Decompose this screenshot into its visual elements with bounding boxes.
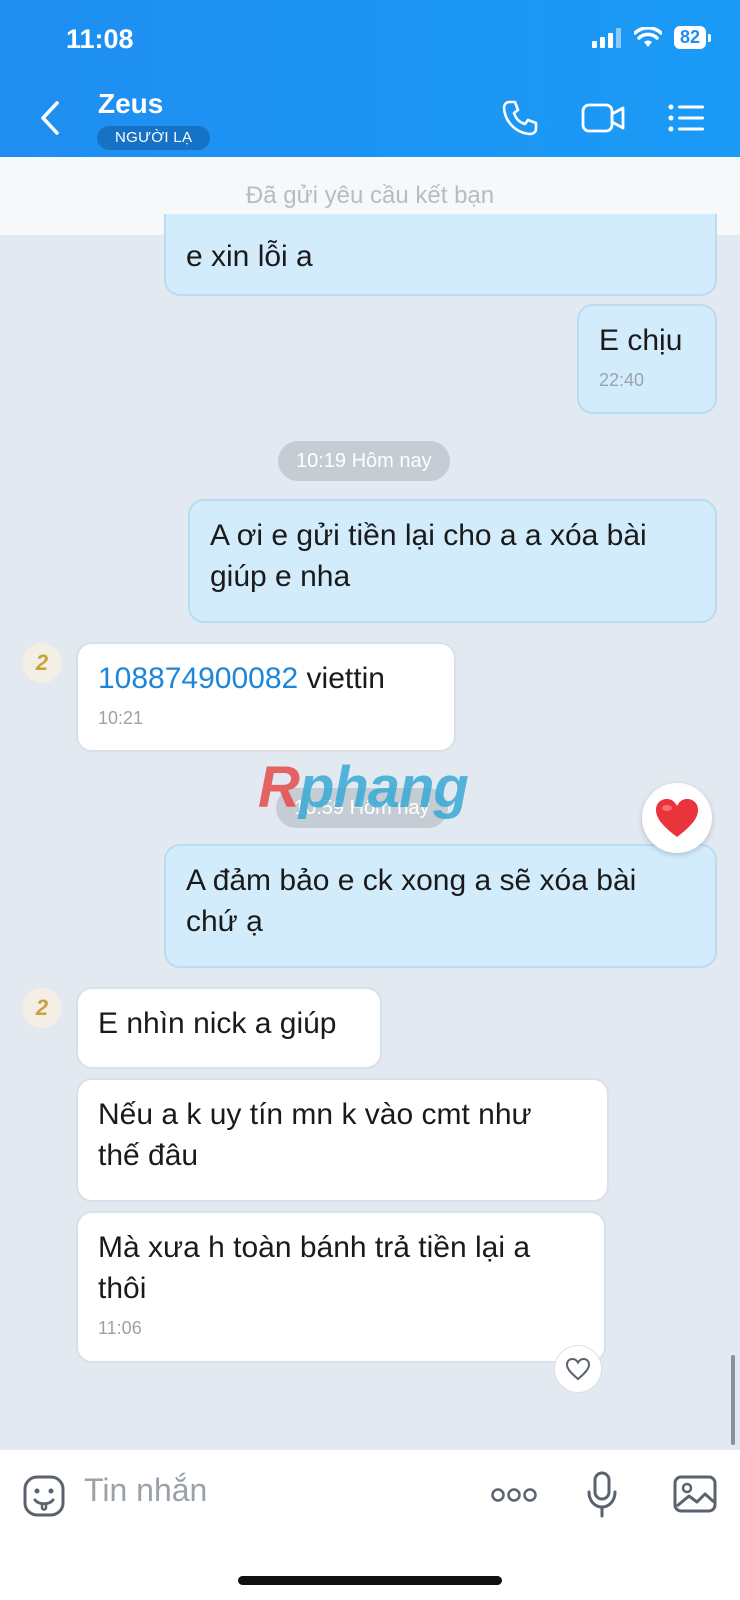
sender-avatar[interactable]: 2 [22,988,62,1028]
more-dots-icon [491,1488,537,1502]
message-text-line: Mà xưa h toàn bánh trả tiền lại a [98,1231,531,1264]
message-time: 22:40 [599,370,645,390]
video-camera-icon [581,103,625,133]
phone-icon [502,100,538,136]
battery-indicator: 82 [673,26,712,49]
image-gallery-icon [673,1475,717,1513]
more-options-button[interactable] [490,1486,538,1509]
message-text-line: thôi [98,1272,147,1305]
message-text: viettin [298,662,385,695]
message-text-line: A đảm bảo e ck xong a sẽ xóa bài [186,864,637,897]
avatar-emblem-icon: 2 [35,995,49,1020]
smiley-icon [23,1475,65,1517]
date-separator: 10:19 Hôm nay [278,441,450,481]
sender-avatar[interactable]: 2 [22,643,62,683]
contact-name[interactable]: Zeus [98,88,163,120]
message-outgoing[interactable]: A đảm bảo e ck xong a sẽ xóa bài chứ ạ [164,844,717,968]
message-text-line: chứ ạ [186,905,263,938]
message-time: 10:21 [98,708,144,728]
message-outgoing[interactable]: e xin lỗi a [164,214,717,296]
message-outgoing[interactable]: E chịu 22:40 [577,304,717,414]
message-text-line: A ơi e gửi tiền lại cho a a xóa bài [210,519,647,552]
list-menu-icon [668,104,704,132]
status-icons: 82 [591,26,712,49]
red-heart-icon [656,799,698,837]
chevron-left-icon [41,101,59,135]
back-button[interactable] [38,100,62,141]
message-outgoing[interactable]: A ơi e gửi tiền lại cho a a xóa bài giúp… [188,499,717,623]
chat-header: 11:08 82 Zeus NGƯỜI LẠ [0,0,740,157]
message-incoming[interactable]: 108874900082 viettin 10:21 [76,642,456,752]
avatar-emblem-icon: 2 [35,650,49,675]
heart-reaction[interactable] [642,783,712,853]
voice-button[interactable] [584,1470,620,1525]
add-reaction-button[interactable] [554,1345,602,1393]
microphone-icon [587,1471,617,1518]
message-incoming[interactable]: E nhìn nick a giúp [76,987,382,1069]
sticker-button[interactable] [22,1474,66,1523]
message-incoming[interactable]: Mà xưa h toàn bánh trả tiền lại a thôi 1… [76,1211,606,1363]
watermark-first: R [258,755,300,820]
message-text: E nhìn nick a giúp [98,1007,337,1040]
friend-request-text: Đã gửi yêu cầu kết bạn [245,182,495,209]
image-button[interactable] [672,1472,718,1521]
call-button[interactable] [500,98,540,143]
heart-outline-icon [565,1357,591,1381]
status-time: 11:08 [66,24,134,54]
message-text-line: Nếu a k uy tín mn k vào cmt như [98,1098,532,1131]
message-text: e xin lỗi a [186,240,313,273]
scrollbar[interactable] [731,1355,735,1445]
message-text-line: giúp e nha [210,560,351,593]
message-time: 11:06 [98,1318,142,1338]
signal-icon [591,27,621,48]
message-text: E chịu [599,324,683,357]
home-indicator[interactable] [238,1576,502,1585]
stranger-badge: NGƯỜI LẠ [97,126,211,150]
message-input[interactable]: Tin nhắn [84,1472,207,1509]
account-number-link[interactable]: 108874900082 [98,662,298,695]
menu-button[interactable] [666,98,706,143]
video-call-button[interactable] [580,98,626,143]
watermark-rest: phang [298,755,469,820]
message-text-line: thế đâu [98,1139,199,1172]
message-incoming[interactable]: Nếu a k uy tín mn k vào cmt như thế đâu [76,1078,609,1202]
watermark-logo: Rphang [258,754,469,821]
wifi-icon [633,26,662,47]
